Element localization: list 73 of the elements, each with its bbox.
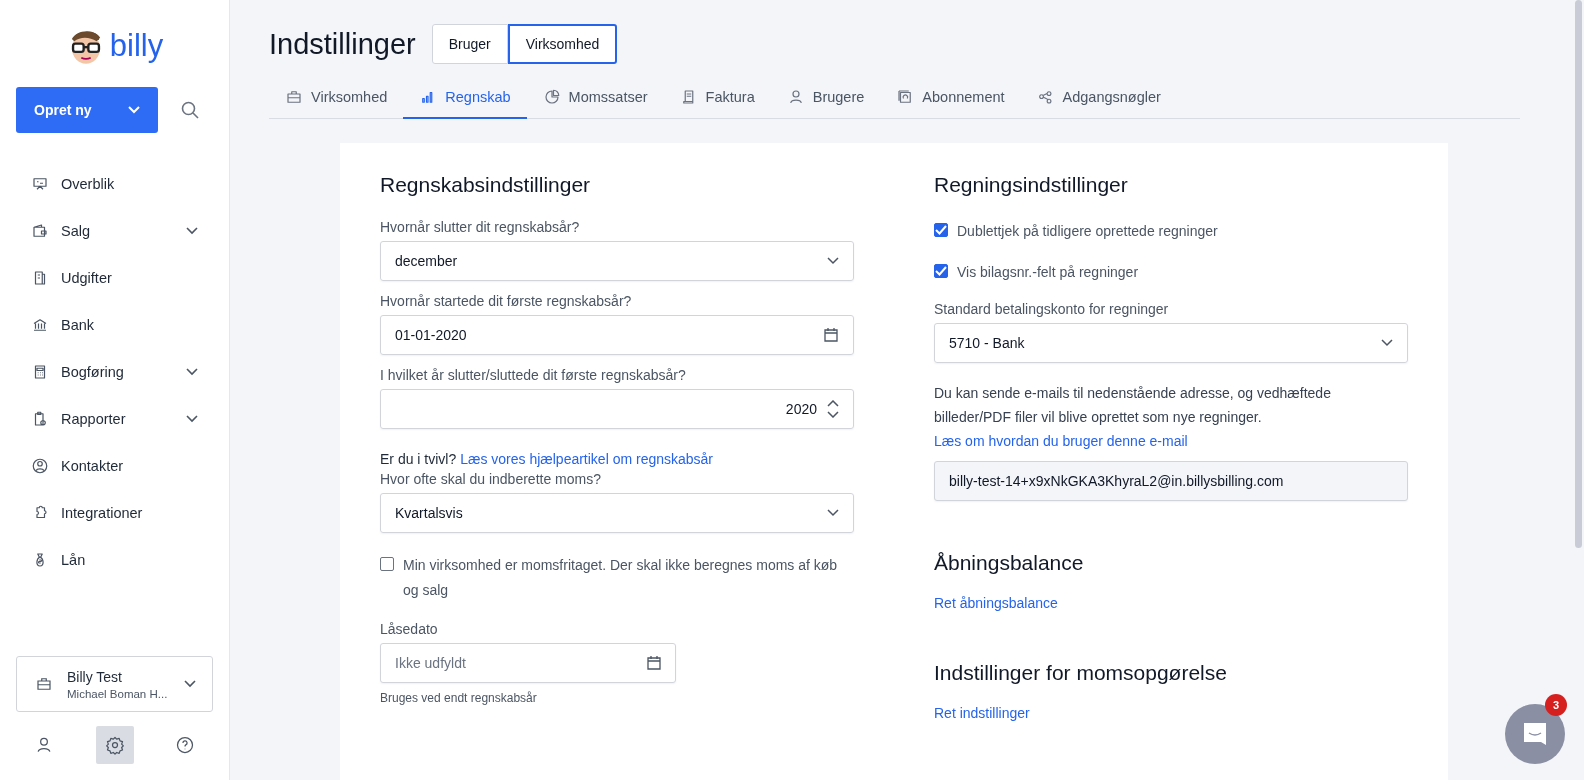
sidebar-item[interactable]: Integrationer (0, 489, 229, 536)
checkbox[interactable] (934, 264, 948, 278)
select-field[interactable]: december (380, 241, 854, 281)
sidebar-item[interactable]: Udgifter (0, 254, 229, 301)
settings-tab[interactable]: Regnskab (403, 77, 527, 119)
section-title: Indstillinger for momsopgørelse (934, 661, 1228, 685)
scrollbar-thumb[interactable] (1575, 0, 1582, 548)
sidebar-item[interactable]: Rapporter (0, 395, 229, 442)
settings-tab[interactable]: Brugere (770, 77, 881, 119)
help-link[interactable]: Læs om hvordan du bruger denne e-mail (934, 433, 1188, 449)
checkbox-label: Dublettjek på tidligere oprettede regninger (957, 222, 1218, 241)
search-icon[interactable] (181, 101, 199, 119)
settings-button[interactable] (95, 726, 134, 764)
field-hint: Bruges ved endt regnskabsår (380, 691, 538, 705)
email-field[interactable]: billy-test-14+x9xNkGKA3KhyraL2@in.billysbilling.com (934, 461, 1408, 501)
calendar-icon (646, 655, 662, 671)
scope-toggle-button[interactable]: Bruger (431, 24, 508, 64)
account-switcher[interactable]: Billy Test Michael Boman H... (16, 656, 213, 712)
number-field[interactable]: 2020 (380, 389, 854, 429)
settings-tab[interactable]: Momssatser (526, 77, 664, 119)
checkbox-label: Vis bilagsnr.-felt på regninger (957, 263, 1139, 282)
field-label: Låsedato (380, 621, 439, 637)
share-icon (1036, 88, 1055, 106)
page-title: Indstillinger (269, 27, 416, 61)
checkbox-label: Min virksomhed er momsfritaget. Der skal ikke beregnes moms af køb og salg (403, 556, 839, 600)
select-field[interactable]: Kvartalsvis (380, 493, 854, 533)
chevron-down-icon (184, 680, 196, 688)
section-title: Åbningsbalance (934, 551, 1085, 575)
pie-chart-icon (542, 88, 561, 106)
checkbox[interactable] (934, 223, 948, 237)
section-link[interactable]: Ret indstillinger (934, 705, 1408, 721)
help-icon (175, 735, 195, 755)
section-title: Regningsindstillinger (934, 173, 1129, 197)
section-link[interactable]: Ret åbningsbalance (934, 595, 1408, 611)
account-owner: Michael Boman H... (67, 687, 169, 700)
field-label: Hvornår slutter dit regnskabsår? (380, 219, 581, 235)
field-label: Standard betalingskonto for regninger (934, 301, 1170, 317)
settings-tab[interactable]: Faktura (663, 77, 771, 119)
stepper-icon[interactable] (827, 400, 839, 418)
chevron-down-icon (1381, 339, 1393, 347)
select-field[interactable]: 5710 - Bank (934, 323, 1408, 363)
settings-tab[interactable]: Virksomhed (269, 77, 404, 119)
sidebar-item[interactable]: Kontakter (0, 442, 229, 489)
notification-badge: 3 (1545, 694, 1567, 716)
info-text: Du kan sende e-mails til nedenstående adresse, og vedhæftede billeder/PDF filer vil blive oprettet som nye regninger. Læs om hvordan du bruger denne e-mail (934, 384, 1332, 451)
field-label: I hvilket år slutter/sluttede dit første regnskabsår? (380, 367, 687, 383)
sidebar-item[interactable]: Bank (0, 301, 229, 348)
chevron-down-icon (827, 509, 839, 517)
section-title: Regnskabsindstillinger (380, 173, 592, 197)
briefcase-icon (285, 88, 303, 106)
chevron-down-icon (128, 106, 140, 114)
date-field[interactable]: Ikke udfyldt (380, 643, 676, 683)
sidebar-item[interactable]: Overblik (0, 160, 229, 207)
account-name: Billy Test (67, 668, 123, 685)
chevron-down-icon (827, 257, 839, 265)
sidebar-item[interactable]: Bogføring (0, 348, 229, 395)
scope-toggle-button[interactable]: Virksomhed (507, 24, 618, 64)
wallet-icon (31, 221, 49, 240)
settings-icon (104, 735, 125, 755)
help-link[interactable]: Læs vores hjælpeartikel om regnskabsår (460, 451, 714, 467)
date-field[interactable]: 01-01-2020 (380, 315, 854, 355)
field-label: Hvornår startede dit første regnskabsår? (380, 293, 633, 309)
sidebar-item[interactable]: Salg (0, 207, 229, 254)
help-text: Er du i tvivl? Læs vores hjælpeartikel om regnskabsår (380, 451, 715, 467)
calendar-icon (823, 327, 839, 343)
create-button[interactable]: Opret ny (16, 87, 158, 133)
settings-tab[interactable]: Adgangsnøgler (1020, 77, 1177, 119)
checkbox[interactable] (380, 557, 394, 571)
briefcase-icon (35, 675, 53, 693)
field-label: Hvor ofte skal du indberette moms? (380, 471, 602, 487)
settings-tab[interactable]: Abonnement (880, 77, 1021, 119)
logo-text: billy (109, 28, 164, 64)
sidebar-item[interactable]: Lån (0, 536, 229, 583)
